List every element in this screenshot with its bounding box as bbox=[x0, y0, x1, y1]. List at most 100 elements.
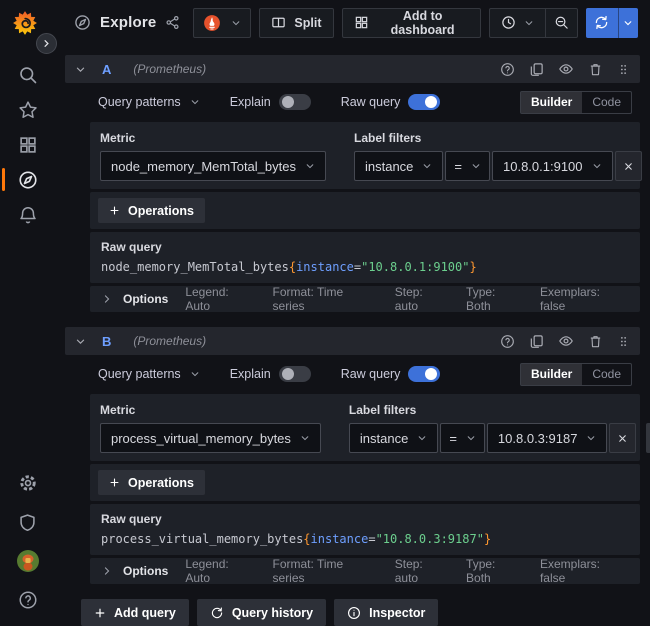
raw-brace-close: } bbox=[484, 532, 491, 546]
option-exemplars: Exemplars: false bbox=[540, 285, 628, 313]
sidebar-item-explore[interactable] bbox=[0, 162, 55, 197]
query-actions bbox=[500, 333, 630, 349]
sidebar-item-search[interactable] bbox=[0, 57, 55, 92]
delete-query-trash-icon[interactable] bbox=[588, 334, 603, 349]
filter-operator-select[interactable]: = bbox=[440, 423, 485, 453]
sidebar-item-configuration[interactable] bbox=[17, 473, 39, 493]
builder-code-switch: Builder Code bbox=[520, 91, 632, 114]
star-icon bbox=[18, 100, 38, 120]
raw-metric: node_memory_MemTotal_bytes bbox=[101, 260, 289, 274]
query-footer-actions: Add query Query history Inspector bbox=[81, 599, 640, 626]
drag-handle-icon[interactable] bbox=[617, 335, 630, 348]
disable-query-eye-icon[interactable] bbox=[558, 61, 574, 77]
duplicate-query-icon[interactable] bbox=[529, 334, 544, 349]
filter-key-value: instance bbox=[360, 431, 408, 446]
builder-mode-option[interactable]: Builder bbox=[521, 92, 582, 113]
code-mode-option[interactable]: Code bbox=[582, 92, 631, 113]
query-patterns-dropdown[interactable]: Query patterns bbox=[98, 95, 200, 109]
options-row[interactable]: Options Legend: Auto Format: Time series… bbox=[90, 558, 640, 584]
chevron-down-icon bbox=[524, 18, 534, 28]
add-filter-button[interactable] bbox=[646, 423, 650, 453]
builder-mode-option[interactable]: Builder bbox=[521, 364, 582, 385]
raw-query-card: Raw query process_virtual_memory_bytes{i… bbox=[90, 504, 640, 555]
chevron-down-icon bbox=[422, 161, 432, 171]
explain-toggle[interactable] bbox=[279, 94, 311, 110]
chevron-down-icon bbox=[305, 161, 315, 171]
sidebar-expand-button[interactable] bbox=[36, 33, 57, 54]
remove-filter-button[interactable] bbox=[615, 151, 642, 181]
close-icon bbox=[617, 433, 628, 444]
query-header[interactable]: B (Prometheus) bbox=[65, 327, 640, 355]
help-circle-icon[interactable] bbox=[500, 62, 515, 77]
raw-brace-open: { bbox=[289, 260, 296, 274]
add-to-dashboard-button[interactable]: Add to dashboard bbox=[342, 8, 481, 38]
help-circle-icon[interactable] bbox=[500, 334, 515, 349]
metric-select[interactable]: node_memory_MemTotal_bytes bbox=[100, 151, 326, 181]
filter-operator-value: = bbox=[449, 431, 457, 446]
label-filters-field: Label filters instance = 10.8.0.3:9187 bbox=[349, 403, 650, 453]
option-type: Type: Both bbox=[466, 557, 523, 585]
clock-icon bbox=[501, 15, 516, 30]
close-icon bbox=[623, 161, 634, 172]
operations-label: Operations bbox=[128, 476, 194, 490]
raw-query-expression: node_memory_MemTotal_bytes{instance="10.… bbox=[101, 260, 629, 274]
explain-toggle[interactable] bbox=[279, 366, 311, 382]
options-label: Options bbox=[123, 564, 168, 578]
add-query-button[interactable]: Add query bbox=[81, 599, 189, 626]
query-header[interactable]: A (Prometheus) bbox=[65, 55, 640, 83]
query-editor: Query patterns Explain Raw query Builder… bbox=[90, 90, 640, 312]
run-query-interval-dropdown[interactable] bbox=[618, 8, 638, 38]
options-row[interactable]: Options Legend: Auto Format: Time series… bbox=[90, 286, 640, 312]
datasource-picker[interactable] bbox=[193, 8, 251, 38]
filter-value-select[interactable]: 10.8.0.1:9100 bbox=[492, 151, 613, 181]
time-picker-button[interactable] bbox=[489, 8, 546, 38]
run-query-button[interactable] bbox=[586, 8, 618, 38]
drag-handle-icon[interactable] bbox=[617, 63, 630, 76]
delete-query-trash-icon[interactable] bbox=[588, 62, 603, 77]
remove-filter-button[interactable] bbox=[609, 423, 636, 453]
add-operation-button[interactable]: Operations bbox=[98, 470, 205, 495]
label-filters-label: Label filters bbox=[354, 131, 650, 145]
filter-operator-select[interactable]: = bbox=[445, 151, 490, 181]
sidebar-item-alerting[interactable] bbox=[0, 197, 55, 232]
sidebar-item-server-admin[interactable] bbox=[17, 512, 39, 532]
raw-query-card: Raw query node_memory_MemTotal_bytes{ins… bbox=[90, 232, 640, 283]
option-format: Format: Time series bbox=[273, 557, 378, 585]
query-row-b: B (Prometheus) bbox=[65, 327, 640, 584]
raw-brace-close: } bbox=[469, 260, 476, 274]
sidebar-item-dashboards[interactable] bbox=[0, 127, 55, 162]
query-history-button[interactable]: Query history bbox=[197, 599, 326, 626]
grafana-logo[interactable] bbox=[12, 10, 38, 36]
sidebar-item-help[interactable] bbox=[17, 590, 39, 610]
sidebar-bottom-group bbox=[17, 473, 39, 610]
query-editor-toolbar: Query patterns Explain Raw query Builder… bbox=[98, 90, 632, 114]
metric-label: Metric bbox=[100, 131, 326, 145]
split-button[interactable]: Split bbox=[259, 8, 333, 38]
page-title: Explore bbox=[100, 14, 156, 31]
query-patterns-label: Query patterns bbox=[98, 95, 181, 109]
share-icon[interactable] bbox=[165, 15, 180, 30]
metric-value: node_memory_MemTotal_bytes bbox=[111, 159, 296, 174]
chevron-right-icon bbox=[42, 39, 51, 48]
raw-query-toggle[interactable] bbox=[408, 94, 440, 110]
raw-query-toggle[interactable] bbox=[408, 366, 440, 382]
raw-query-expression: process_virtual_memory_bytes{instance="1… bbox=[101, 532, 629, 546]
query-actions bbox=[500, 61, 630, 77]
disable-query-eye-icon[interactable] bbox=[558, 333, 574, 349]
label-filters-field: Label filters instance = 10.8.0.1:9100 bbox=[354, 131, 650, 181]
option-legend: Legend: Auto bbox=[185, 557, 255, 585]
sidebar-item-starred[interactable] bbox=[0, 92, 55, 127]
code-mode-option[interactable]: Code bbox=[582, 364, 631, 385]
zoom-out-button[interactable] bbox=[545, 8, 578, 38]
add-operation-button[interactable]: Operations bbox=[98, 198, 205, 223]
duplicate-query-icon[interactable] bbox=[529, 62, 544, 77]
metric-select[interactable]: process_virtual_memory_bytes bbox=[100, 423, 321, 453]
filter-operator-value: = bbox=[454, 159, 462, 174]
inspector-button[interactable]: Inspector bbox=[334, 599, 438, 626]
filter-value-select[interactable]: 10.8.0.3:9187 bbox=[487, 423, 608, 453]
sidebar-item-profile[interactable] bbox=[17, 551, 39, 571]
history-icon bbox=[210, 606, 224, 620]
query-patterns-dropdown[interactable]: Query patterns bbox=[98, 367, 200, 381]
filter-key-select[interactable]: instance bbox=[349, 423, 438, 453]
filter-key-select[interactable]: instance bbox=[354, 151, 443, 181]
